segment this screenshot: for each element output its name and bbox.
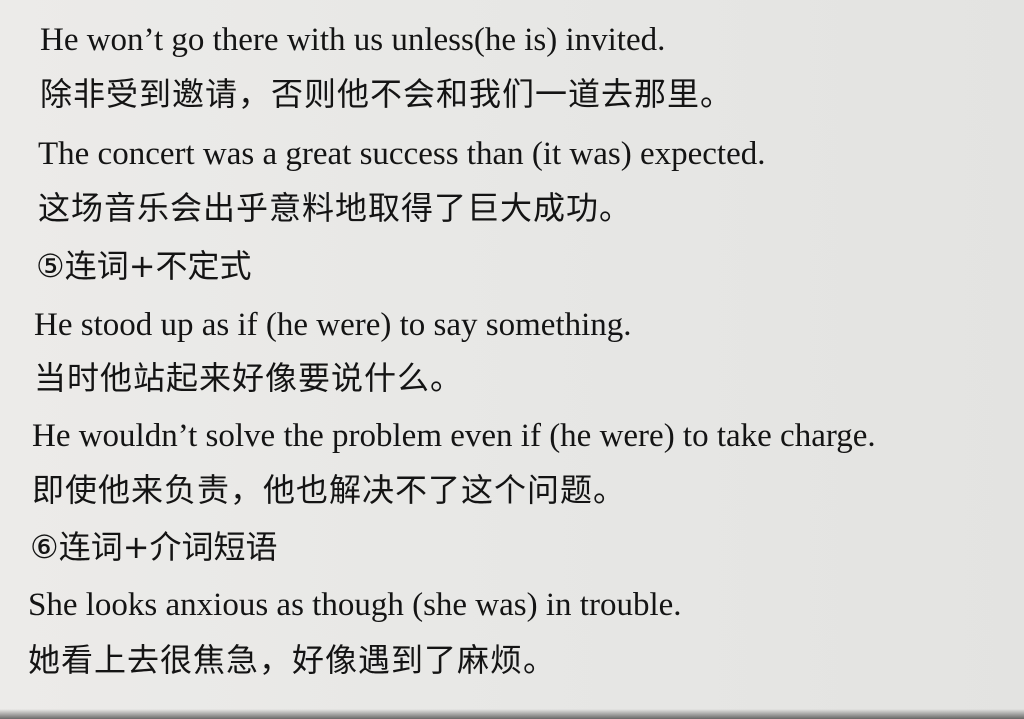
example-sentence-en: He won’t go there with us unless(he is) … [40,22,666,58]
example-sentence-zh: 除非受到邀请，否则他不会和我们一道去那里。 [40,75,734,113]
section-heading: ⑤连词+不定式 [36,247,252,285]
example-sentence-zh: 当时他站起来好像要说什么。 [34,359,464,397]
page-edge-shadow [0,709,1024,719]
example-sentence-zh: 这场音乐会出乎意料地取得了巨大成功。 [38,189,633,227]
document-page: He won’t go there with us unless(he is) … [0,0,1024,719]
example-sentence-en: The concert was a great success than (it… [38,136,766,172]
example-sentence-en: He wouldn’t solve the problem even if (h… [32,418,876,454]
section-heading: ⑥连词+介词短语 [30,528,278,566]
example-sentence-en: She looks anxious as though (she was) in… [28,587,682,623]
example-sentence-zh: 即使他来负责，他也解决不了这个问题。 [32,471,627,509]
example-sentence-zh: 她看上去很焦急，好像遇到了麻烦。 [28,641,557,679]
example-sentence-en: He stood up as if (he were) to say somet… [34,307,632,343]
